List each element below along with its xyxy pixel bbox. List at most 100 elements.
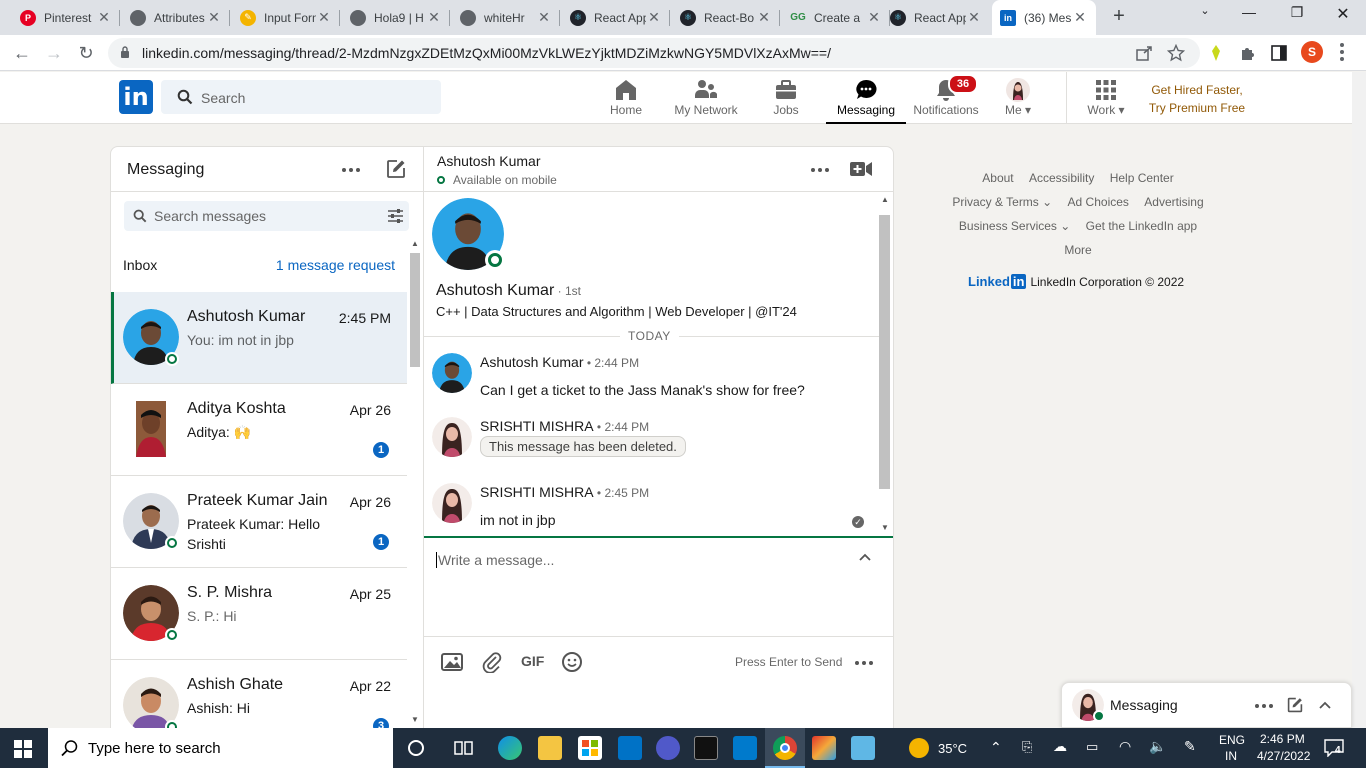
window-close-button[interactable]: ✕ [1328,4,1358,24]
side-panel-icon[interactable] [1270,44,1288,62]
chevron-up-icon[interactable] [858,550,872,564]
notepad-icon[interactable] [851,736,875,760]
puzzle-extensions-icon[interactable] [1239,44,1257,62]
footer-link-accessibility[interactable]: Accessibility [1029,171,1094,185]
tab-input-form[interactable]: ✎ Input Form ✕ [232,0,340,35]
footer-link-help-center[interactable]: Help Center [1110,171,1174,185]
linkedin-logo[interactable]: in [119,80,153,114]
conversation-item[interactable]: Ashish Ghate Apr 22 Ashish: Hi 3 [111,660,407,728]
avatar[interactable] [432,353,472,393]
compose-icon[interactable] [1287,697,1303,713]
meet-now-icon[interactable]: ⎘ [1022,739,1032,755]
footer-link-more[interactable]: More [1064,243,1091,257]
file-explorer-icon[interactable] [538,736,562,760]
forward-arrow-icon[interactable]: → [42,41,66,65]
emoji-icon[interactable] [561,651,583,673]
message-compose-box[interactable]: Write a message... [424,536,893,636]
more-options-icon[interactable] [855,661,873,665]
close-icon[interactable]: ✕ [426,9,442,26]
back-arrow-icon[interactable]: ← [10,41,34,65]
tab-pinterest[interactable]: P Pinterest ✕ [12,0,120,35]
nav-home[interactable]: Home [586,72,666,124]
compose-icon[interactable] [386,159,406,179]
premium-upsell-link[interactable]: Get Hired Faster, Try Premium Free [1140,81,1254,117]
teams-icon[interactable] [656,736,680,760]
language-indicator[interactable]: ENG [1219,733,1245,747]
restore-button[interactable]: ❐ [1282,4,1312,21]
nav-notifications[interactable]: 36 Notifications [906,72,986,124]
filter-icon[interactable] [388,209,403,223]
close-icon[interactable]: ✕ [756,9,772,26]
messaging-overlay-bar[interactable]: Messaging [1061,682,1352,728]
tab-react-bo[interactable]: ⚛ React-Bo ✕ [672,0,780,35]
tab-react-app-2[interactable]: ⚛ React App ✕ [882,0,990,35]
extension-gem-icon[interactable] [1207,44,1225,62]
conversation-item[interactable]: Prateek Kumar Jain Apr 26 Prateek Kumar:… [111,476,407,568]
edge-icon[interactable] [498,736,522,760]
onedrive-cloud-icon[interactable]: ☁ [1053,738,1067,755]
footer-link-privacy-terms[interactable]: Privacy & Terms ⌄ [952,195,1052,209]
nav-my-network[interactable]: My Network [666,72,746,124]
profile-name[interactable]: Ashutosh Kumar [436,282,554,299]
cortana-icon[interactable] [407,739,425,757]
windows-start-icon[interactable] [14,740,32,758]
conversation-item[interactable]: Aditya Koshta Apr 26 Aditya: 🙌 1 [111,384,407,476]
send-hint-text[interactable]: Press Enter to Send [735,655,842,669]
close-icon[interactable]: ✕ [966,9,982,26]
search-messages-input[interactable]: Search messages [124,201,409,231]
nav-me[interactable]: Me ▾ [986,72,1050,124]
message-sender[interactable]: SRISHTI MISHRA [480,484,594,500]
notification-center-icon[interactable]: 4 [1324,739,1344,758]
close-icon[interactable]: ✕ [1072,9,1088,26]
avatar[interactable] [432,483,472,523]
share-icon[interactable] [1135,44,1153,62]
git-gui-icon[interactable] [812,736,836,760]
nav-messaging[interactable]: Messaging [826,72,906,124]
footer-link-business-services[interactable]: Business Services ⌄ [959,219,1070,233]
minimize-button[interactable]: — [1234,4,1264,20]
thread-contact-name[interactable]: Ashutosh Kumar [437,153,541,169]
message-sender[interactable]: Ashutosh Kumar [480,354,584,370]
more-options-icon[interactable] [1255,704,1273,708]
close-icon[interactable]: ✕ [646,9,662,26]
conversation-list-scrollbar[interactable]: ▲ ▼ [408,237,422,728]
tray-chevron-up-icon[interactable]: ⌃ [990,739,1002,756]
weather-sun-icon[interactable] [909,738,929,758]
volume-icon[interactable]: 🔈 [1149,738,1166,755]
tab-hola9[interactable]: Hola9 | H ✕ [342,0,450,35]
chrome-taskbar-active[interactable] [765,728,805,768]
close-icon[interactable]: ✕ [536,9,552,26]
pen-workspace-icon[interactable]: ✎ [1184,738,1196,755]
tab-create-a[interactable]: GG Create a ✕ [782,0,890,35]
scroll-up-icon[interactable]: ▲ [881,195,889,204]
avatar[interactable] [432,417,472,457]
footer-link-advertising[interactable]: Advertising [1144,195,1203,209]
footer-link-about[interactable]: About [982,171,1013,185]
scrollbar-thumb[interactable] [410,253,420,367]
more-options-icon[interactable] [811,168,829,172]
more-options-icon[interactable] [342,168,360,172]
nav-work[interactable]: Work ▾ [1066,72,1146,124]
close-icon[interactable]: ✕ [96,9,112,26]
video-call-icon[interactable] [850,161,872,177]
footer-link-get-app[interactable]: Get the LinkedIn app [1086,219,1197,233]
tab-whitehr[interactable]: whiteHr ✕ [452,0,560,35]
wifi-icon[interactable]: ◠ [1119,738,1131,755]
footer-link-ad-choices[interactable]: Ad Choices [1068,195,1129,209]
chevron-up-icon[interactable] [1318,698,1332,712]
scrollbar-thumb[interactable] [879,215,890,489]
close-icon[interactable]: ✕ [866,9,882,26]
close-icon[interactable]: ✕ [316,9,332,26]
mail-icon[interactable] [618,736,642,760]
vscode-icon[interactable] [733,736,757,760]
tab-search-chevron-icon[interactable]: ⌄ [1190,4,1220,17]
global-search-input[interactable]: Search [161,80,441,114]
tab-linkedin-messaging[interactable]: in (36) Mes ✕ [992,0,1096,35]
battery-icon[interactable]: ▭ [1086,739,1098,755]
message-request-link[interactable]: 1 message request [276,257,395,273]
address-bar[interactable]: linkedin.com/messaging/thread/2-MzdmNzgx… [108,38,1200,68]
nav-jobs[interactable]: Jobs [746,72,826,124]
message-sender[interactable]: SRISHTI MISHRA [480,418,594,434]
tab-attributes[interactable]: Attributes ✕ [122,0,230,35]
scroll-down-icon[interactable]: ▼ [411,715,419,724]
